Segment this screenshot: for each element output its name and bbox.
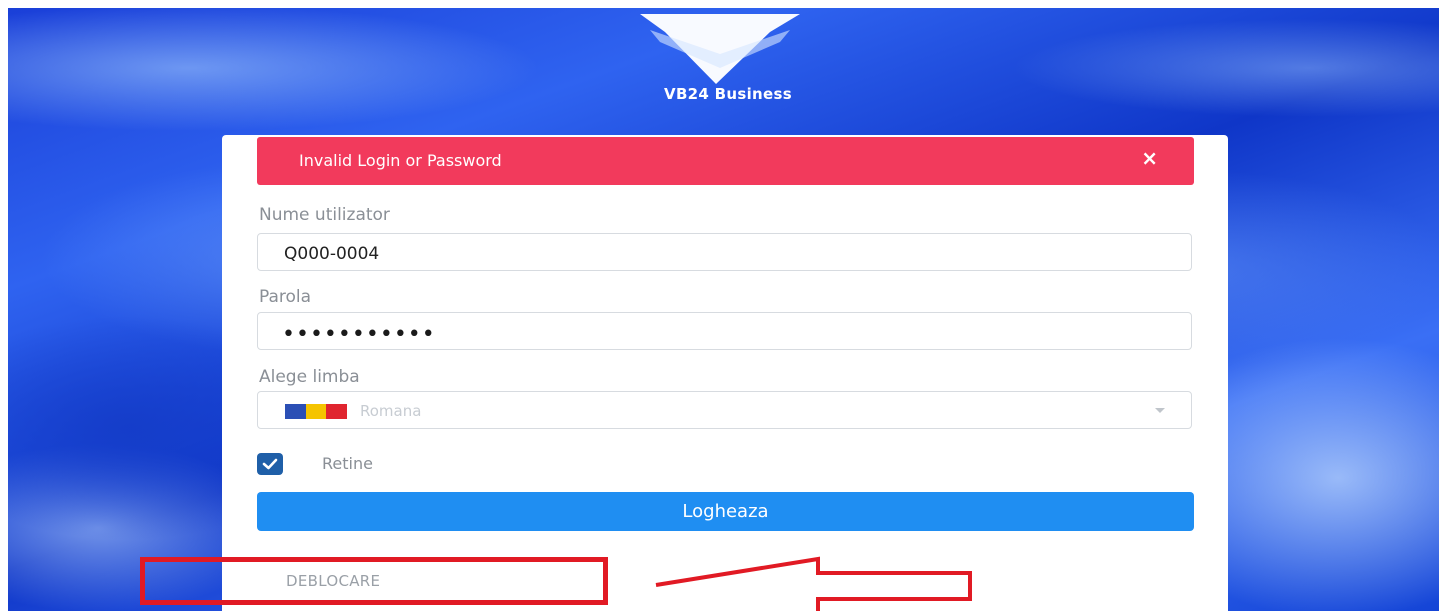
chevron-down-icon xyxy=(1155,408,1165,413)
romania-flag-icon xyxy=(285,404,348,419)
alert-message: Invalid Login or Password xyxy=(299,151,502,170)
login-button[interactable]: Logheaza xyxy=(257,492,1194,531)
language-select[interactable]: Romana xyxy=(257,391,1192,429)
password-field[interactable]: ••••••••••• xyxy=(257,312,1192,350)
username-label: Nume utilizator xyxy=(259,205,390,225)
password-value: ••••••••••• xyxy=(282,322,436,347)
remember-label: Retine xyxy=(322,454,373,473)
language-label: Alege limba xyxy=(259,367,360,387)
error-alert: Invalid Login or Password × xyxy=(257,137,1194,185)
annotation-highlight-box xyxy=(140,557,608,605)
v-shield-logo-icon xyxy=(640,14,800,84)
password-label: Parola xyxy=(259,287,312,307)
close-icon[interactable]: × xyxy=(1141,148,1158,168)
login-card: Invalid Login or Password × Nume utiliza… xyxy=(222,135,1228,611)
check-icon xyxy=(262,458,278,470)
remember-checkbox[interactable] xyxy=(257,453,283,475)
language-selected: Romana xyxy=(360,402,422,420)
brand-name: VB24 Business xyxy=(664,85,792,103)
login-page: VB24 Business Invalid Login or Password … xyxy=(0,0,1447,611)
username-value: Q000-0004 xyxy=(284,244,380,264)
username-field[interactable]: Q000-0004 xyxy=(257,233,1192,271)
left-arrow-annotation-icon xyxy=(655,556,972,611)
